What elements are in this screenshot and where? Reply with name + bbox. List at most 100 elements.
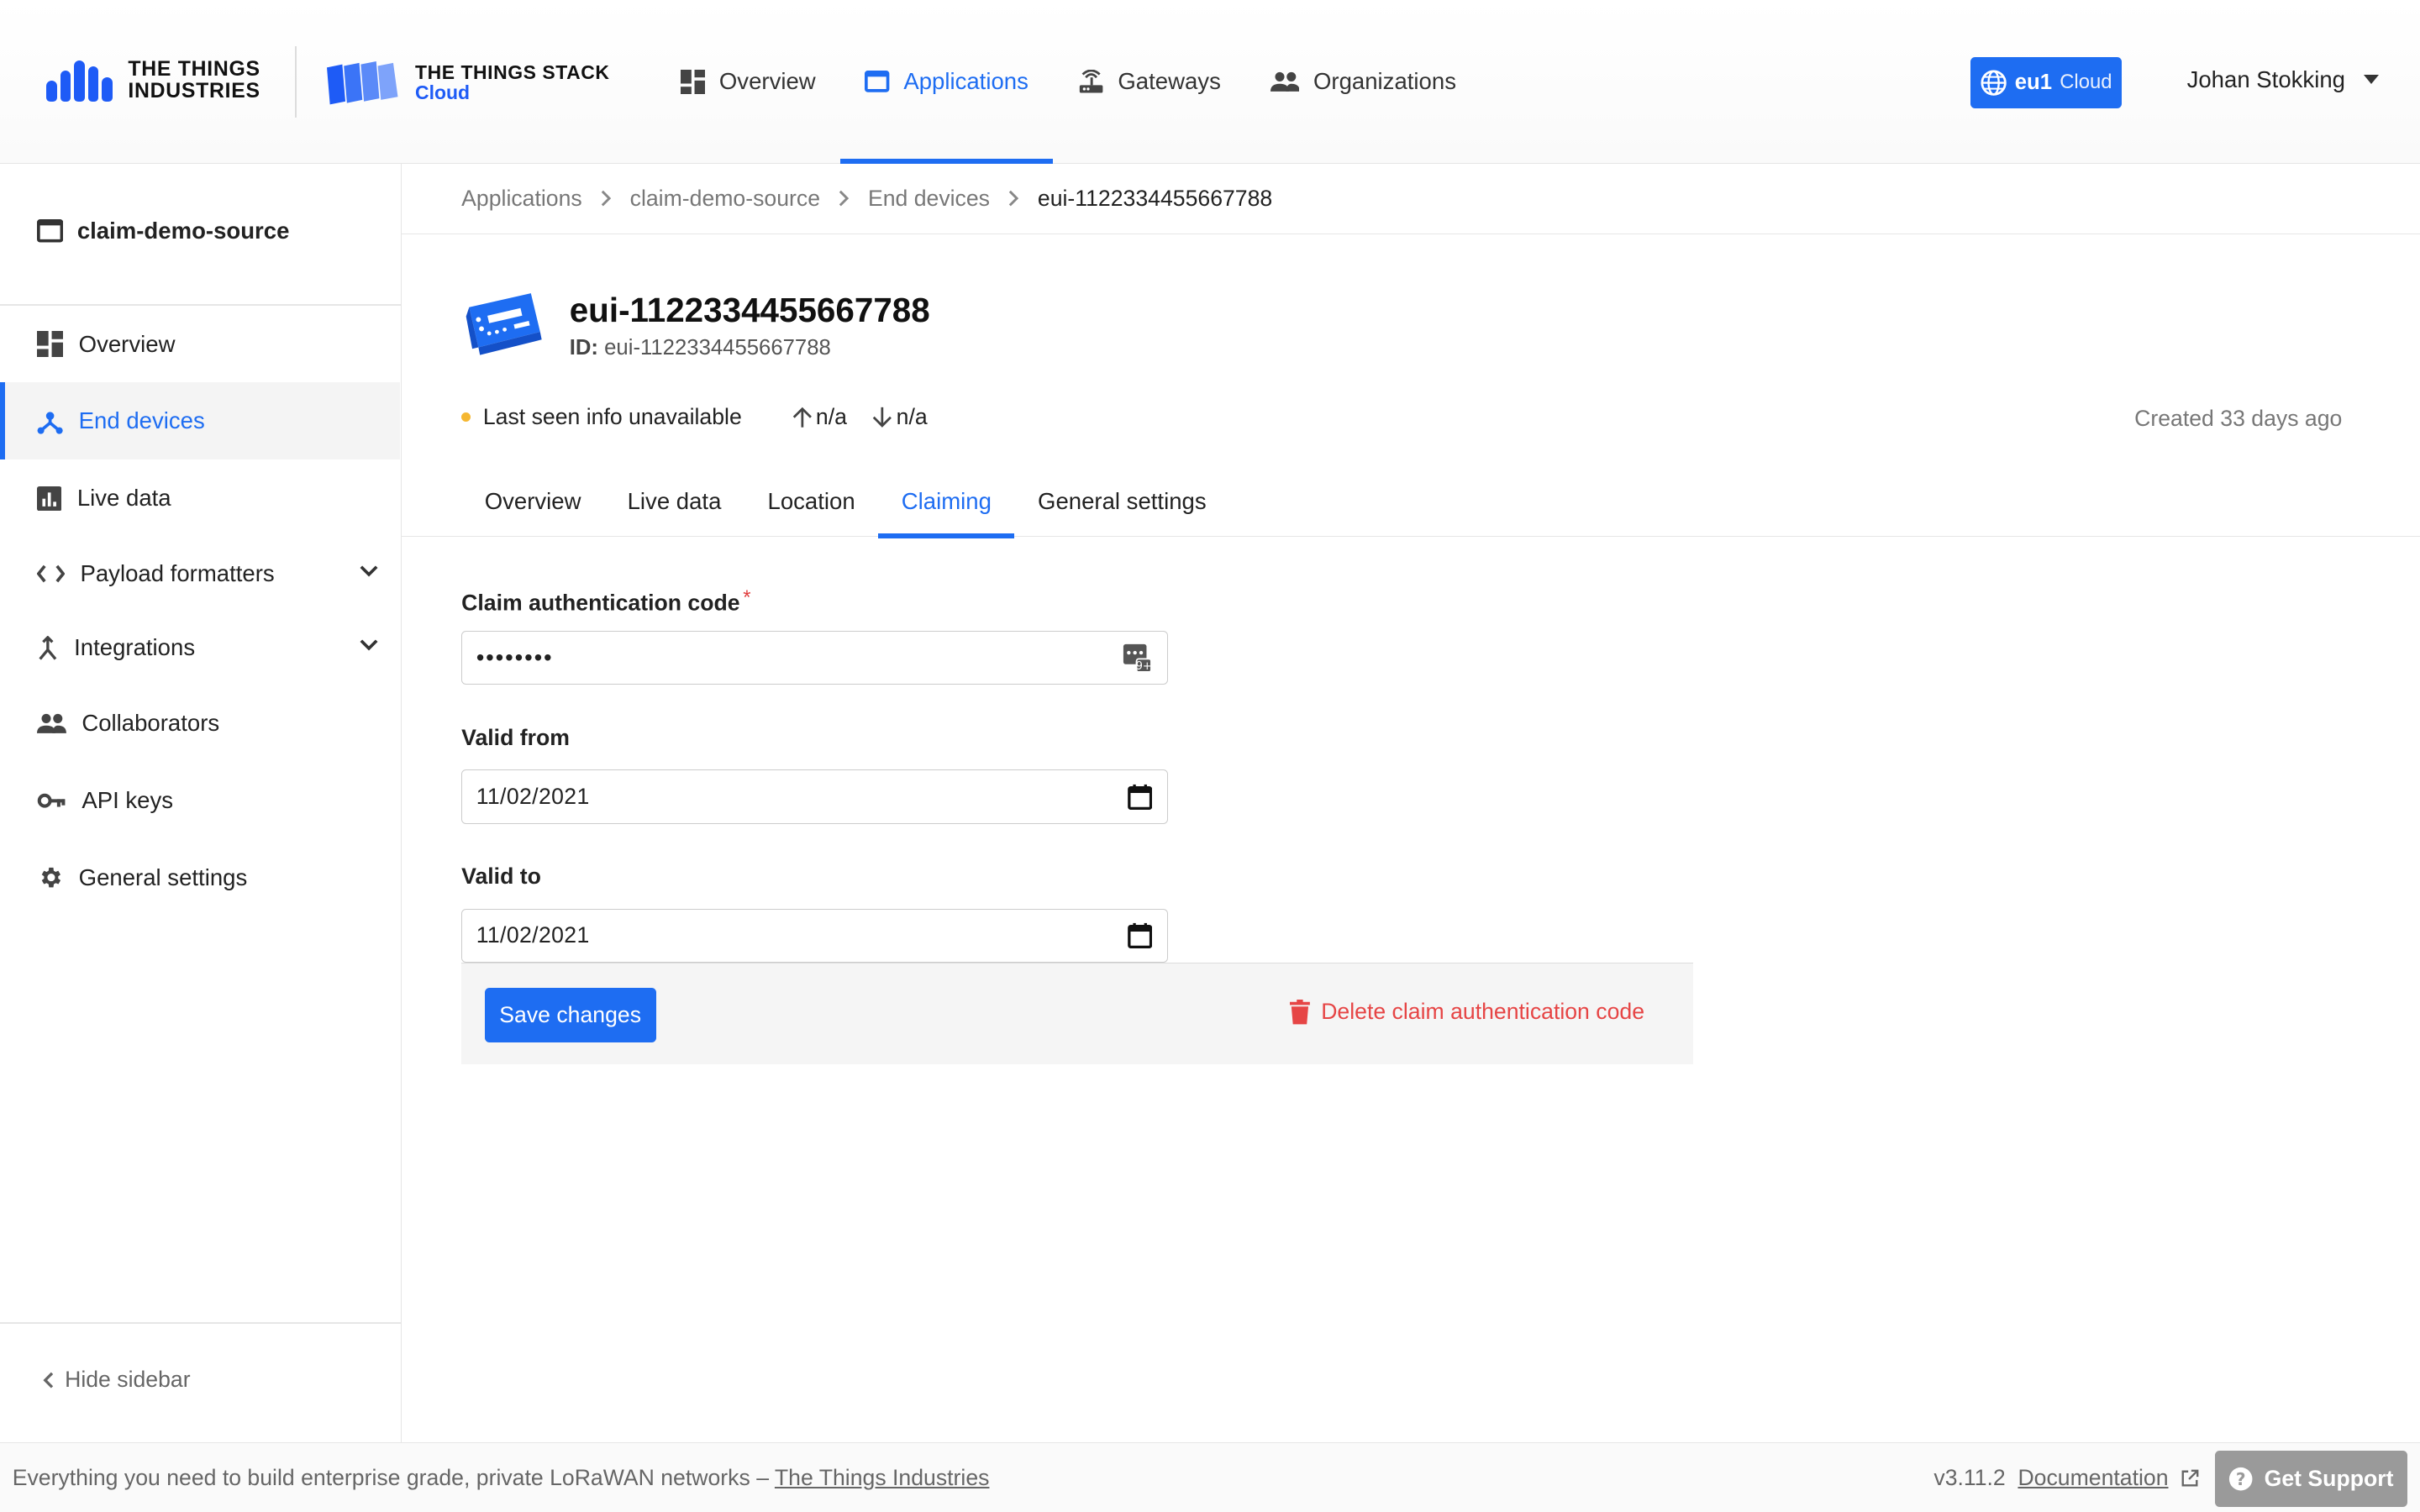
footer-tagline: Everything you need to build enterprise … (13, 1465, 990, 1491)
breadcrumb-applications[interactable]: Applications (461, 186, 582, 212)
documentation-link[interactable]: Documentation (2018, 1465, 2168, 1491)
calendar-icon[interactable] (1127, 784, 1152, 810)
status-dot-icon (461, 412, 471, 423)
nav-overview-label: Overview (718, 68, 816, 95)
key-icon (37, 793, 66, 808)
valid-from-label: Valid from (461, 725, 570, 751)
sidebar-item-general-settings[interactable]: General settings (0, 839, 400, 916)
sidebar-app-title-label: claim-demo-source (76, 217, 290, 244)
chevron-left-icon (43, 1372, 54, 1389)
device-id-label: ID: (569, 336, 598, 360)
delete-claim-code-button[interactable]: Delete claim authentication code (1290, 999, 1644, 1025)
nav-overview[interactable]: Overview (680, 0, 840, 164)
help-icon: ? (2229, 1467, 2253, 1491)
delete-claim-code-label: Delete claim authentication code (1321, 999, 1645, 1025)
sidebar-item-overview[interactable]: Overview (0, 306, 400, 383)
chevron-right-icon (1008, 190, 1019, 207)
valid-to-label: Valid to (461, 864, 541, 890)
device-title: eui-1122334455667788 (569, 290, 930, 329)
user-name: Johan Stokking (2186, 66, 2345, 92)
tab-general-settings[interactable]: General settings (1014, 466, 1229, 537)
get-support-label: Get Support (2264, 1466, 2394, 1492)
chevron-down-icon[interactable] (360, 638, 378, 651)
tab-claiming[interactable]: Claiming (878, 466, 1016, 538)
sidebar-item-label: Collaborators (82, 710, 220, 737)
uplink-counter: n/a (792, 404, 847, 430)
required-mark: * (743, 585, 751, 609)
top-header: THE THINGS INDUSTRIES THE THINGS STACK C… (0, 0, 2420, 164)
sidebar-item-live-data[interactable]: Live data (0, 459, 400, 537)
tab-live-data[interactable]: Live data (604, 466, 744, 537)
trash-icon (1290, 1000, 1311, 1025)
arrow-down-icon (873, 407, 892, 428)
svg-text:9+: 9+ (1136, 660, 1152, 673)
valid-to-date-input[interactable]: 11/02/2021 (461, 908, 1169, 963)
people-icon (1270, 72, 1300, 92)
footer-tagline-text: Everything you need to build enterprise … (12, 1465, 775, 1491)
sidebar-item-end-devices[interactable]: End devices (0, 382, 400, 460)
downlink-counter: n/a (871, 404, 928, 430)
bar-chart-icon (37, 486, 62, 511)
footer-right: v3.11.2 Documentation (1933, 1465, 2199, 1491)
claiming-form: Claim authentication code * •••••••• 9+ V… (461, 585, 1693, 1065)
nav-organizations[interactable]: Organizations (1245, 0, 1481, 164)
brand-company-line2: INDUSTRIES (128, 79, 260, 102)
region-name: eu1 (2014, 70, 2053, 94)
password-generate-icon[interactable]: 9+ (1123, 643, 1153, 673)
page-footer: Everything you need to build enterprise … (0, 1442, 2420, 1512)
sidebar-item-collaborators[interactable]: Collaborators (0, 685, 400, 762)
svg-text:?: ? (2236, 1469, 2246, 1489)
region-selector-button[interactable]: eu1 Cloud (1970, 56, 2123, 108)
sidebar-item-integrations[interactable]: Integrations (0, 611, 400, 685)
hide-sidebar-button[interactable]: Hide sidebar (43, 1367, 191, 1393)
valid-from-date-input[interactable]: 11/02/2021 (461, 769, 1169, 824)
application-window-icon (865, 71, 890, 93)
region-suffix: Cloud (2060, 71, 2112, 94)
created-info: Created 33 days ago (2134, 406, 2343, 432)
sidebar-item-api-keys[interactable]: API keys (0, 762, 400, 839)
tab-location[interactable]: Location (744, 466, 878, 537)
claim-code-label: Claim authentication code * (461, 585, 751, 616)
the-things-industries-logo[interactable]: THE THINGS INDUSTRIES (46, 58, 260, 102)
valid-from-value: 11/02/2021 (476, 784, 590, 810)
chevron-down-icon[interactable] (360, 564, 378, 577)
claim-code-value: •••••••• (476, 644, 554, 671)
application-window-icon (37, 219, 64, 243)
claim-code-input[interactable]: •••••••• 9+ (461, 631, 1169, 685)
nav-gateways[interactable]: Gateways (1053, 0, 1245, 164)
nav-applications[interactable]: Applications (840, 0, 1053, 164)
get-support-button[interactable]: ? Get Support (2214, 1451, 2408, 1507)
footer-company-link[interactable]: The Things Industries (775, 1465, 990, 1490)
brand-product-line2: Cloud (415, 81, 471, 104)
uplink-value: n/a (815, 404, 847, 430)
sidebar-app-title[interactable]: claim-demo-source (37, 218, 289, 244)
device-id-value: eui-1122334455667788 (604, 336, 831, 360)
user-menu-dropdown[interactable]: Johan Stokking (2187, 66, 2379, 93)
valid-to-value: 11/02/2021 (476, 922, 590, 948)
nav-applications-label: Applications (903, 68, 1028, 95)
hide-sidebar-label: Hide sidebar (65, 1367, 191, 1393)
breadcrumb: Applications claim-demo-source End devic… (401, 164, 2420, 235)
gear-icon (41, 868, 61, 888)
main-nav: Overview Applications Gateways Organizat… (680, 0, 1481, 164)
breadcrumb-current-device: eui-1122334455667788 (1037, 185, 1273, 211)
nav-organizations-label: Organizations (1313, 68, 1456, 95)
chevron-right-icon (601, 190, 612, 207)
dashboard-icon (680, 69, 706, 95)
device-header: eui-1122334455667788 ID: eui-11223344556… (463, 286, 930, 361)
sidebar: claim-demo-source Overview End devices L… (0, 163, 402, 1443)
breadcrumb-application[interactable]: claim-demo-source (630, 186, 820, 212)
last-seen-status: Last seen info unavailable (482, 404, 742, 430)
save-changes-button[interactable]: Save changes (484, 988, 656, 1042)
sidebar-item-payload-formatters[interactable]: Payload formatters (0, 537, 400, 611)
sidebar-item-label: API keys (82, 787, 174, 814)
breadcrumb-end-devices[interactable]: End devices (868, 186, 990, 212)
device-status-row: Last seen info unavailable n/a n/a (461, 404, 928, 430)
tab-overview[interactable]: Overview (461, 466, 604, 537)
the-things-stack-logo[interactable]: THE THINGS STACK Cloud (327, 61, 610, 105)
calendar-icon[interactable] (1127, 922, 1152, 949)
brand-product-line1: THE THINGS STACK (415, 61, 610, 84)
external-link-icon (2181, 1469, 2199, 1486)
device-id-line: ID: eui-1122334455667788 (570, 336, 930, 360)
logo-divider (294, 46, 297, 118)
